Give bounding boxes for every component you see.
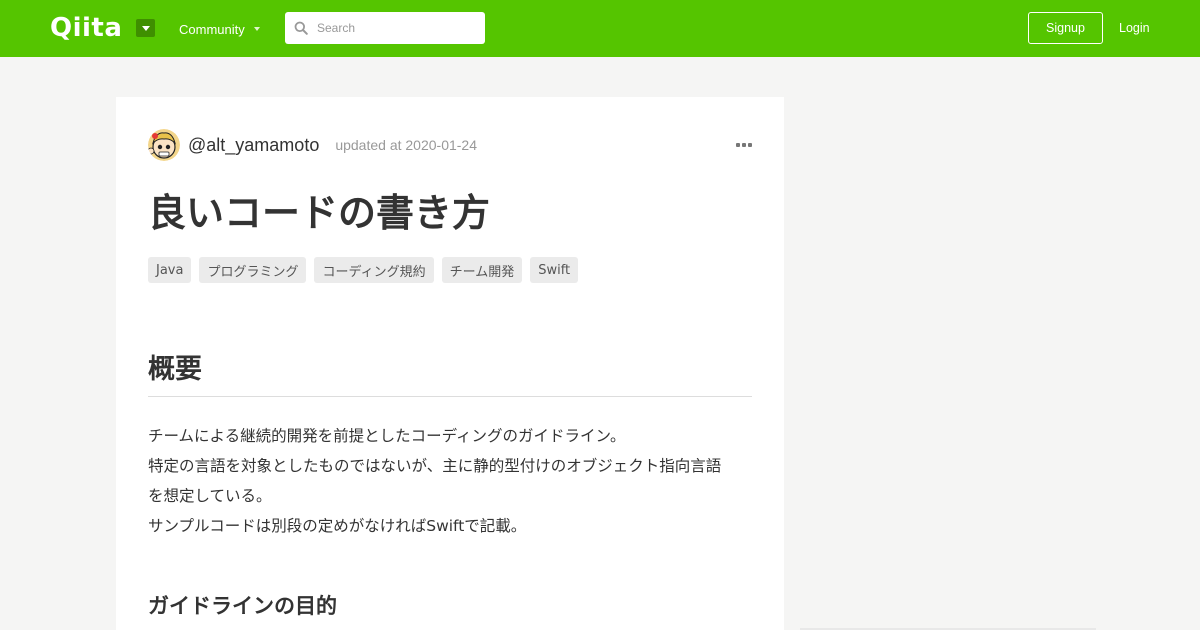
tag-coding-rules[interactable]: コーディング規約	[314, 257, 434, 283]
signup-button[interactable]: Signup	[1028, 12, 1103, 44]
tag-team-dev[interactable]: チーム開発	[441, 257, 523, 283]
section-heading-purpose: ガイドラインの目的	[148, 594, 337, 618]
tag-list: Java プログラミング コーディング規約 チーム開発 Swift	[148, 257, 586, 283]
chevron-down-icon	[253, 27, 260, 31]
dot	[748, 143, 752, 147]
dot	[736, 143, 740, 147]
tag-java[interactable]: Java	[148, 257, 192, 283]
dot	[742, 143, 746, 147]
chevron-down-icon	[141, 25, 150, 31]
paragraph-line: を想定している。	[148, 487, 272, 505]
paragraph-line: サンプルコードは別段の定めがなければSwiftで記載。	[148, 517, 527, 535]
more-icon[interactable]	[736, 139, 752, 151]
search-icon	[294, 21, 308, 35]
search-box[interactable]	[285, 12, 485, 44]
paragraph-line: チームによる継続的開発を前提としたコーディングのガイドライン。	[148, 427, 626, 445]
service-menu-button[interactable]	[136, 19, 155, 37]
author-name[interactable]: @alt_yamamoto	[188, 135, 319, 156]
section-heading-overview: 概要	[148, 349, 752, 397]
overview-body: チームによる継続的開発を前提としたコーディングのガイドライン。 特定の言語を対象…	[148, 421, 752, 541]
search-input[interactable]	[317, 13, 477, 43]
community-menu[interactable]: Community	[179, 20, 260, 38]
updated-date: updated at 2020-01-24	[335, 137, 478, 153]
logo-text: Qiita	[50, 13, 123, 43]
login-link[interactable]: Login	[1119, 20, 1150, 36]
tag-programming[interactable]: プログラミング	[199, 257, 307, 283]
tag-swift[interactable]: Swift	[530, 257, 579, 283]
article-title: 良いコードの書き方	[148, 191, 491, 235]
community-label: Community	[179, 21, 245, 37]
article-card: @alt_yamamoto updated at 2020-01-24 良いコー…	[116, 97, 784, 630]
header: Qiita Community Signup Login	[0, 0, 1200, 57]
qiita-logo[interactable]: Qiita	[50, 13, 122, 43]
avatar-icon[interactable]	[148, 129, 180, 161]
paragraph-line: 特定の言語を対象としたものではないが、主に静的型付けのオブジェクト指向言語	[148, 457, 722, 475]
author-row: @alt_yamamoto updated at 2020-01-24	[148, 129, 752, 161]
